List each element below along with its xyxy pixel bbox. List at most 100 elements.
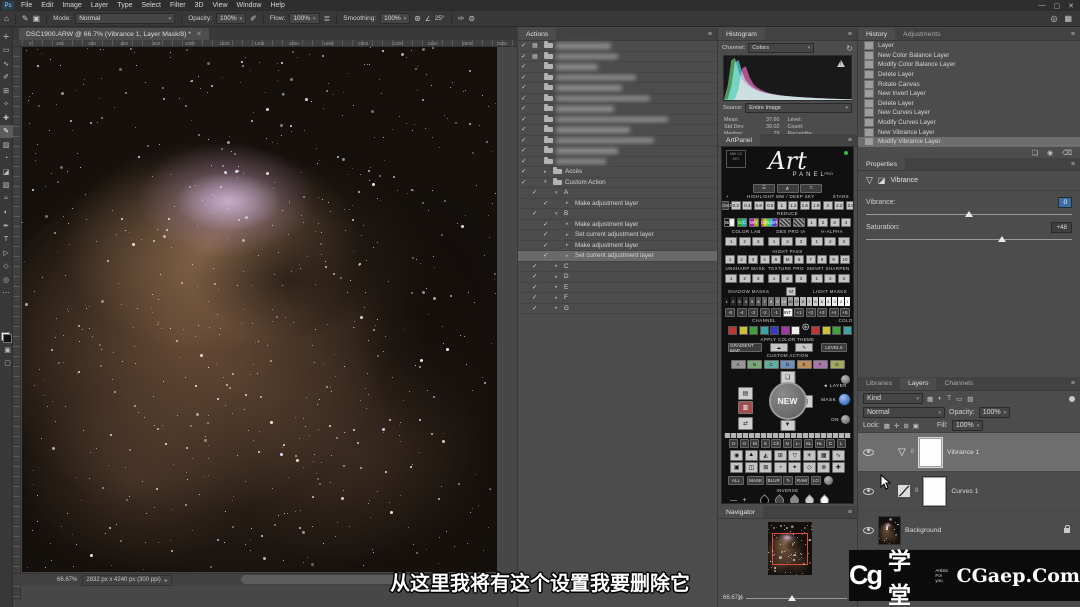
blend-mode-select[interactable]: Normal▾ — [75, 13, 175, 24]
expand-toggle-icon[interactable]: ▾ — [555, 211, 561, 217]
action-row[interactable]: ✓ ▸ Make adjustment layer — [518, 220, 717, 231]
plus-button[interactable]: + — [726, 194, 729, 199]
tool-button[interactable]: ▷ — [0, 246, 13, 260]
tab-history[interactable]: History — [858, 28, 895, 40]
color-swatch[interactable] — [853, 326, 854, 335]
blend-mode-select[interactable]: Normal▾ — [863, 407, 945, 418]
tab-libraries[interactable]: Libraries — [858, 378, 900, 390]
action-check-icon[interactable]: ✓ — [521, 53, 529, 60]
background-color-swatch[interactable] — [3, 334, 12, 343]
action-check-icon[interactable]: ✓ — [521, 63, 529, 70]
texture-button[interactable]: 3 — [795, 274, 807, 283]
curves-layer-icon[interactable] — [898, 485, 910, 497]
droplet-icon[interactable] — [773, 494, 786, 504]
art-tool-icon[interactable]: ▲ — [745, 450, 758, 461]
tool-button[interactable]: ✚ — [0, 111, 13, 125]
intensity-button[interactable]: +4 — [829, 308, 839, 317]
art-tool-icon[interactable]: ◇ — [803, 462, 816, 473]
reduce-button[interactable]: 3 — [830, 218, 840, 227]
action-check-icon[interactable]: ✓ — [543, 242, 551, 249]
action-check-icon[interactable]: ✓ — [521, 179, 529, 186]
tool-button[interactable]: ◇ — [0, 260, 13, 274]
action-check-icon[interactable]: ✓ — [521, 116, 529, 123]
brush-angle-value[interactable]: 25° — [435, 15, 445, 22]
tab-artpanel[interactable]: ArtPanel — [718, 134, 760, 146]
color-lab-button[interactable]: 1 — [725, 237, 737, 246]
menu-item[interactable]: Help — [270, 2, 284, 9]
history-step[interactable]: Rotate Canvas — [858, 79, 1080, 89]
lock-icon[interactable]: ✛ — [894, 422, 899, 430]
swap-button[interactable]: ⇄ — [738, 417, 753, 430]
action-row[interactable]: ✓ ▸ Make adjustment layer — [518, 199, 717, 210]
dom-button[interactable]: O — [740, 439, 749, 448]
mw-strength-button[interactable]: 2.5 — [846, 201, 854, 210]
action-check-icon[interactable]: ✓ — [543, 200, 551, 207]
expand-toggle-icon[interactable]: ▸ — [566, 221, 572, 227]
action-dialog-icon[interactable]: ▦ — [532, 53, 541, 60]
expand-toggle-icon[interactable]: ▸ — [566, 200, 572, 206]
action-check-icon[interactable]: ✓ — [521, 137, 529, 144]
tab-actions[interactable]: Actions — [518, 28, 556, 40]
dom-button[interactable]: N — [783, 439, 792, 448]
reduce-button[interactable]: M/Y — [749, 218, 760, 227]
color-swatch[interactable] — [832, 326, 841, 335]
high-pass-button[interactable]: 8 — [817, 255, 827, 264]
saturation-slider[interactable] — [866, 233, 1072, 243]
vibrance-value[interactable]: 0 — [1058, 197, 1072, 208]
action-check-icon[interactable]: ✓ — [543, 252, 551, 259]
layer-mask-thumbnail[interactable] — [919, 438, 942, 467]
layer-name[interactable]: Vibrance 1 — [947, 449, 979, 456]
mw-strength-button[interactable]: MEDIAN — [721, 201, 729, 210]
tool-button[interactable]: ▨ — [0, 138, 13, 152]
visibility-eye-icon[interactable] — [863, 488, 874, 495]
action-check-icon[interactable]: ✓ — [521, 168, 529, 175]
action-row[interactable]: ✓ ▸ Make adjustment layer — [518, 241, 717, 252]
down-button[interactable]: ▼ — [780, 420, 795, 431]
lock-icon[interactable]: ▩ — [884, 422, 890, 430]
action-check-icon[interactable]: ✓ — [532, 305, 540, 312]
action-dialog-icon[interactable]: ▦ — [532, 42, 541, 49]
luminosity-mask-cell[interactable]: 1 — [845, 297, 851, 306]
saturation-value[interactable]: +48 — [1051, 222, 1072, 233]
action-check-icon[interactable]: ✓ — [521, 74, 529, 81]
expand-toggle-icon[interactable]: ▸ — [544, 169, 550, 175]
high-pass-button[interactable]: 10 — [840, 255, 850, 264]
mw-strength-button[interactable]: 1 — [777, 201, 787, 210]
panel-menu-icon[interactable]: ≡ — [848, 509, 857, 516]
art-tool-icon[interactable]: ⊗ — [817, 462, 830, 473]
menu-item[interactable]: Select — [142, 2, 161, 9]
high-pass-button[interactable]: 7 — [806, 255, 816, 264]
symmetry-icon[interactable]: ⊜ — [468, 14, 475, 23]
art-tool-icon[interactable]: ◭ — [759, 450, 772, 461]
menu-item[interactable]: Window — [237, 2, 262, 9]
new-button[interactable]: NEW — [769, 382, 807, 420]
art-tool-icon[interactable]: ⊞ — [774, 450, 787, 461]
unsharp-button[interactable]: 3 — [752, 274, 764, 283]
custom-action-button[interactable]: E — [797, 360, 812, 369]
art-tool-icon[interactable]: ⊠ — [759, 462, 772, 473]
tool-button[interactable]: ✛ — [0, 30, 13, 44]
layer-filter-icon[interactable]: ▭ — [956, 395, 962, 403]
channel-select[interactable]: Colors▾ — [748, 43, 814, 53]
action-check-icon[interactable]: ✓ — [532, 189, 540, 196]
color-swatch[interactable] — [822, 326, 831, 335]
custom-action-button[interactable]: B — [747, 360, 762, 369]
all-button[interactable]: ALL — [728, 476, 744, 485]
history-step[interactable]: Modify Color Balance Layer — [858, 60, 1080, 70]
tab-channels[interactable]: Channels — [936, 378, 981, 390]
tab-layers[interactable]: Layers — [900, 378, 936, 390]
channel-swatch[interactable] — [781, 326, 790, 335]
intensity-button[interactable]: -4 — [737, 308, 747, 317]
menu-item[interactable]: Layer — [91, 2, 109, 9]
action-check-icon[interactable]: ✓ — [521, 126, 529, 133]
custom-action-button[interactable]: A — [731, 360, 746, 369]
tool-button[interactable]: ◔ — [0, 152, 13, 166]
background-thumbnail[interactable] — [879, 517, 900, 544]
plus-button2[interactable]: + — [742, 497, 747, 504]
layer-name[interactable]: Background — [905, 527, 941, 534]
expand-toggle-icon[interactable]: ▸ — [566, 253, 572, 259]
tool-button[interactable]: ✎ — [0, 125, 13, 139]
action-row-blurred[interactable]: ✓ — [518, 73, 717, 84]
home-icon[interactable]: ⌂ — [4, 14, 9, 23]
tool-button[interactable]: ▭ — [0, 44, 13, 58]
